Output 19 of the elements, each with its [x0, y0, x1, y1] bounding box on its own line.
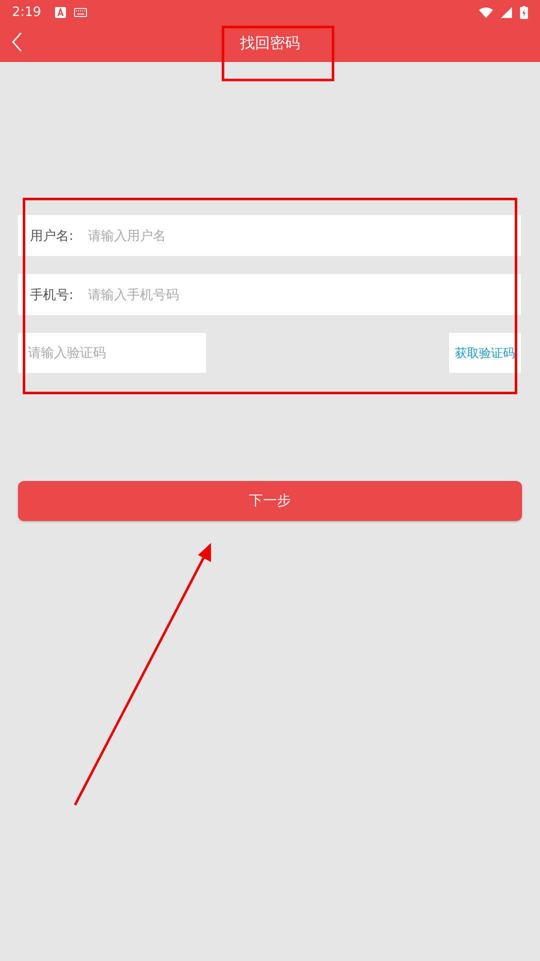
- get-code-button[interactable]: 获取验证码: [449, 333, 521, 373]
- input-field[interactable]: 用户名: 请输入用户名: [18, 215, 521, 256]
- keyboard-icon: [74, 8, 88, 16]
- field-label: 用户名:: [30, 228, 74, 244]
- field-placeholder: 请输入手机号码: [88, 286, 179, 304]
- input-field[interactable]: 手机号: 请输入手机号码: [18, 274, 521, 315]
- field-placeholder: 请输入验证码: [28, 345, 106, 362]
- status-time: 2:19: [12, 4, 42, 20]
- page-title: 找回密码: [240, 34, 300, 52]
- back-icon: [12, 32, 22, 52]
- app-notification-icon: [55, 6, 66, 18]
- next-step-button[interactable]: 下一步: [18, 481, 522, 521]
- code-input-field[interactable]: 请输入验证码: [18, 333, 206, 373]
- field-label: 手机号:: [30, 286, 74, 304]
- field-placeholder: 请输入用户名: [88, 228, 166, 244]
- battery-icon: [520, 6, 528, 18]
- wifi-icon: [479, 6, 493, 18]
- back-button[interactable]: [12, 32, 22, 52]
- signal-icon: [501, 6, 512, 18]
